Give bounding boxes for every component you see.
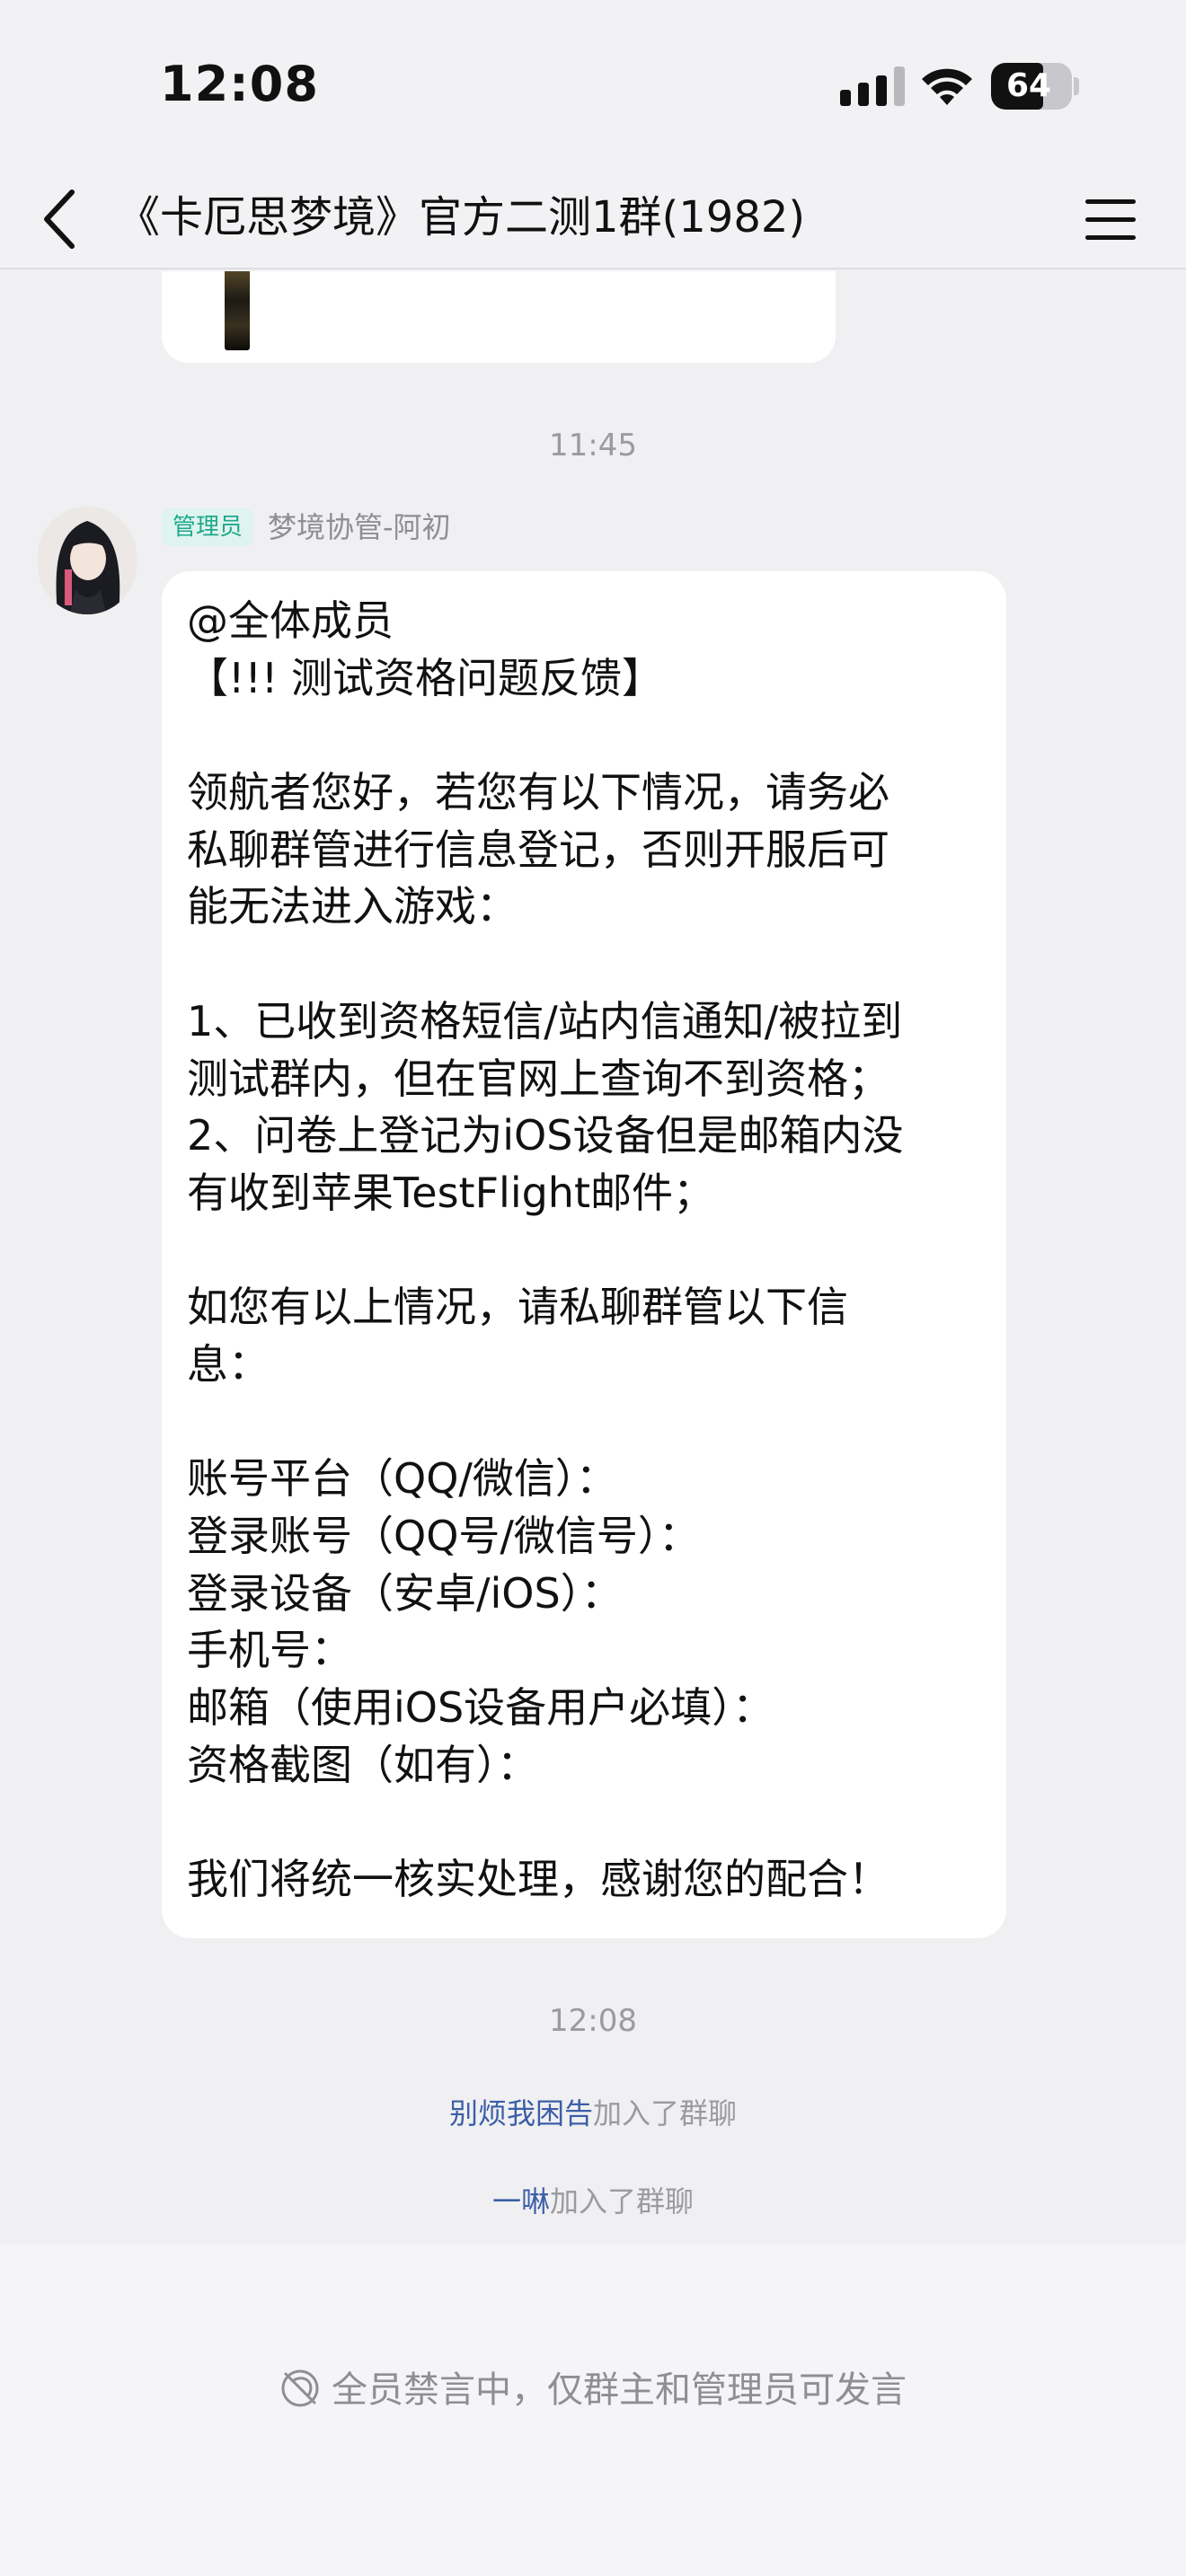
- message-line: 登录账号（QQ号/微信号）：: [187, 1512, 700, 1560]
- system-message-join: 别烦我困告加入了群聊: [0, 2091, 1186, 2132]
- message-line: 我们将统一核实处理，感谢您的配合！: [187, 1855, 890, 1904]
- sender-name[interactable]: 梦境协管-阿初: [268, 508, 451, 546]
- message-line: 资格截图（如有）：: [187, 1740, 538, 1789]
- message-line: @全体成员: [187, 596, 394, 645]
- battery-icon: 64: [991, 63, 1072, 110]
- muted-notice: 全员禁言中，仅群主和管理员可发言: [0, 2359, 1186, 2422]
- system-message-text: 加入了群聊: [593, 2096, 738, 2130]
- previous-image-message[interactable]: [162, 271, 836, 363]
- message-bubble[interactable]: @全体成员 【!!! 测试资格问题反馈】 领航者您好，若您有以下情况，请务必 私…: [162, 571, 1006, 1938]
- message-line: [187, 1394, 981, 1451]
- chat-header: 《卡厄思梦境》官方二测1群(1982): [0, 171, 1186, 269]
- back-chevron-icon[interactable]: [38, 183, 83, 255]
- message-line: 邮箱（使用iOS设备用户必填）：: [187, 1683, 774, 1733]
- message-line: [187, 707, 981, 764]
- message-line: 私聊群管进行信息登记，否则开服后可: [187, 825, 890, 874]
- chat-area[interactable]: 11:45 管理员 梦境协管-阿初 @全体成员 【!!! 测试资格问题反馈】 领…: [0, 271, 1186, 2244]
- message-timestamp: 11:45: [549, 428, 637, 463]
- message-line: 领航者您好，若您有以下情况，请务必: [187, 768, 890, 817]
- avatar-portrait-icon: [38, 507, 137, 614]
- system-message-join: 一啉加入了群聊: [0, 2179, 1186, 2220]
- image-thumbnail[interactable]: [225, 271, 250, 350]
- input-area-muted: 全员禁言中，仅群主和管理员可发言: [0, 2244, 1186, 2576]
- message-line: [187, 1794, 981, 1851]
- muted-notice-text: 全员禁言中，仅群主和管理员可发言: [332, 2369, 907, 2411]
- admin-badge: 管理员: [162, 508, 254, 546]
- status-bar: 12:08 64: [0, 0, 1186, 171]
- wifi-icon: [922, 68, 972, 105]
- message-line: 手机号：: [187, 1626, 352, 1675]
- message-line: [187, 1222, 981, 1280]
- battery-percent: 64: [1005, 67, 1052, 104]
- message-line: 2、问卷上登记为iOS设备但是邮箱内没: [187, 1111, 904, 1160]
- message-line: 测试群内，但在官网上查询不到资格；: [187, 1054, 890, 1103]
- message-line: 能无法进入游戏：: [187, 882, 518, 931]
- message-line: 有收到苹果TestFlight邮件；: [187, 1168, 714, 1217]
- message-timestamp: 12:08: [549, 2003, 637, 2039]
- message-line: 账号平台（QQ/微信）：: [187, 1454, 617, 1504]
- message-line: 【!!! 测试资格问题反馈】: [187, 653, 663, 702]
- menu-icon[interactable]: [1085, 196, 1136, 243]
- message-line: 登录设备（安卓/iOS）：: [187, 1568, 623, 1618]
- system-user-link[interactable]: 别烦我困告: [449, 2096, 593, 2130]
- group-title: 《卡厄思梦境》官方二测1群(1982): [117, 192, 806, 243]
- system-message-text: 加入了群聊: [550, 2184, 695, 2219]
- message-line: 息：: [187, 1339, 270, 1389]
- status-time: 12:08: [160, 56, 319, 112]
- system-user-link[interactable]: 一啉: [492, 2184, 550, 2219]
- message-line: 1、已收到资格短信/站内信通知/被拉到: [187, 996, 903, 1045]
- message-line: [187, 936, 981, 993]
- cellular-signal-icon: [840, 66, 905, 106]
- mute-icon: [281, 2369, 319, 2407]
- message-line: 如您有以上情况，请私聊群管以下信: [187, 1283, 848, 1332]
- battery-nub: [1074, 77, 1079, 95]
- avatar[interactable]: [38, 507, 137, 614]
